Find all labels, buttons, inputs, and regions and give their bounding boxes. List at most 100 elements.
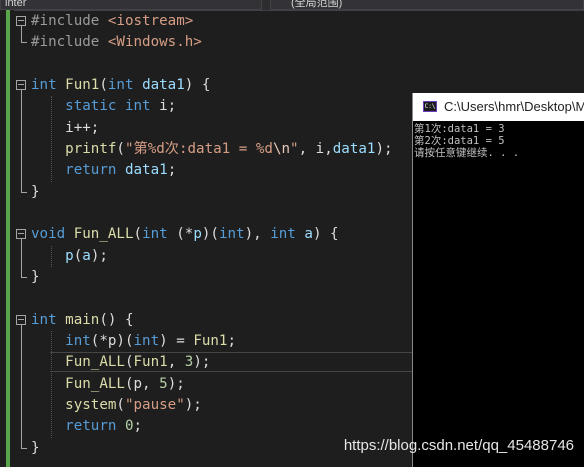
code-token: );: [90, 247, 108, 264]
change-tracking-bar: [6, 10, 10, 467]
code-token: printf: [65, 140, 117, 157]
code-token: data1: [142, 76, 185, 93]
code-token: system: [65, 396, 117, 413]
console-app-icon: C:\: [423, 101, 437, 112]
global-scope-dropdown[interactable]: (全局范围): [270, 0, 584, 10]
code-token: (: [99, 76, 108, 93]
code-token: int: [270, 226, 305, 243]
code-line[interactable]: #include <Windows.h>: [14, 32, 584, 53]
collapse-toggle-icon[interactable]: [16, 314, 26, 325]
code-token: static: [31, 98, 125, 115]
console-output: 第1次:data1 = 3 第2次:data1 = 5 请按任意键继续. . .: [414, 123, 519, 159]
code-text: system("pause");: [31, 395, 202, 416]
console-window[interactable]: C:\ C:\Users\hmr\Desktop\M 第1次:data1 = 3…: [412, 93, 584, 467]
code-token: int: [107, 76, 143, 93]
code-line[interactable]: [14, 54, 584, 75]
code-token: );: [184, 396, 202, 413]
code-token: return: [65, 162, 125, 179]
indent-guide: [51, 96, 52, 182]
code-token: i++;: [31, 119, 100, 136]
code-token: ;: [133, 418, 143, 435]
code-token: () {: [99, 311, 134, 328]
outline-end-tick: [21, 447, 27, 449]
code-line[interactable]: #include <iostream>: [14, 11, 584, 32]
console-line: 请按任意键继续. . .: [414, 147, 520, 159]
code-token: #include: [31, 34, 108, 51]
editor-navigation-bar: inter (全局范围): [0, 0, 584, 11]
outline-line: [21, 239, 22, 277]
code-text: p(a);: [31, 246, 108, 267]
outline-line: [21, 324, 22, 448]
code-token: (: [73, 247, 83, 264]
collapse-toggle-icon[interactable]: [16, 16, 26, 26]
outline-line: [21, 26, 22, 43]
code-token: (: [133, 226, 143, 243]
code-token: 5: [159, 375, 168, 392]
code-token: )(: [201, 226, 219, 243]
code-token: }: [31, 268, 40, 285]
console-title-bar[interactable]: C:\ C:\Users\hmr\Desktop\M: [413, 93, 584, 121]
code-token: "pause": [124, 396, 185, 413]
code-text: return data1;: [31, 160, 176, 181]
code-token: int: [133, 332, 160, 349]
code-text: }: [31, 182, 40, 203]
code-token: main: [65, 311, 100, 328]
code-text: }: [31, 267, 40, 288]
code-token: int: [142, 226, 177, 243]
code-token: Fun1: [193, 332, 228, 349]
code-token: int: [31, 76, 66, 93]
code-token: int: [218, 226, 245, 243]
code-text: #include <iostream>: [31, 11, 193, 32]
current-line-highlight: [50, 352, 434, 373]
code-text: i++;: [31, 118, 99, 139]
code-text: int Fun1(int data1) {: [31, 75, 210, 96]
code-text: }: [31, 438, 40, 459]
code-token: int: [65, 332, 91, 349]
code-token: int: [124, 98, 160, 115]
code-token: <iostream>: [107, 13, 194, 29]
code-token: );: [167, 375, 185, 392]
console-title: C:\Users\hmr\Desktop\M: [444, 99, 584, 114]
code-token: a: [82, 247, 91, 264]
collapse-toggle-icon[interactable]: [16, 229, 26, 240]
code-token: ) =: [159, 332, 194, 349]
code-token: a: [304, 226, 313, 243]
code-token: ) {: [184, 76, 211, 93]
code-token: , i,: [298, 140, 333, 157]
indent-guide: [51, 245, 52, 267]
code-token: );: [375, 140, 393, 157]
code-token: "第%d次:data1 = %d: [124, 140, 273, 157]
code-token: i;: [159, 98, 177, 115]
code-token: ": [290, 140, 299, 157]
code-text: printf("第%d次:data1 = %d\n", i,data1);: [31, 139, 393, 160]
code-token: (: [116, 396, 125, 413]
collapse-toggle-icon[interactable]: [16, 79, 26, 90]
code-token: 0: [124, 418, 134, 435]
outline-end-tick: [21, 42, 27, 44]
code-token: Fun_ALL: [65, 375, 125, 392]
code-token: }: [31, 183, 40, 200]
code-text: #include <Windows.h>: [31, 32, 202, 53]
code-text: return 0;: [31, 416, 142, 437]
code-token: p: [193, 226, 202, 243]
code-token: (*p)(: [90, 332, 134, 349]
code-token: void: [31, 226, 74, 243]
indent-guide: [51, 330, 52, 438]
scope-dropdown[interactable]: inter: [0, 0, 262, 10]
code-token: int: [31, 311, 66, 328]
code-token: data1: [332, 140, 376, 157]
code-token: ;: [227, 332, 237, 349]
code-token: (*: [176, 226, 194, 243]
code-token: ),: [244, 226, 271, 243]
code-token: ) {: [312, 226, 339, 243]
code-token: p: [65, 247, 74, 264]
code-text: static int i;: [31, 96, 176, 117]
outline-end-tick: [21, 191, 27, 193]
